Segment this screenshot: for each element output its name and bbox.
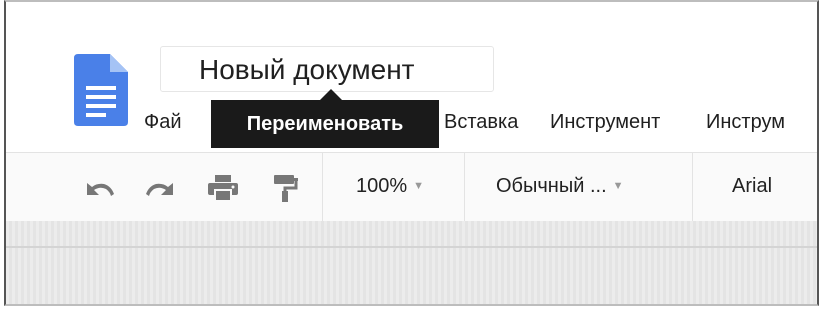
chevron-down-icon: ▼ [612, 180, 624, 192]
document-title-text: Новый документ [199, 54, 415, 85]
menu-item-file[interactable]: Фай [144, 108, 182, 136]
style-select[interactable]: Обычный ... ▼ [496, 175, 624, 198]
font-select[interactable]: Arial [732, 175, 772, 198]
docs-logo-icon[interactable] [74, 54, 128, 126]
document-title-input[interactable]: Новый документ [160, 46, 494, 92]
menu-item-tools-2[interactable]: Инструм [706, 108, 785, 136]
redo-icon[interactable] [144, 173, 178, 203]
chevron-down-icon: ▼ [413, 180, 425, 192]
tooltip-arrow [320, 89, 342, 100]
style-value: Обычный ... [496, 175, 607, 197]
app-window: Новый документ Фай Вставка Инструмент Ин… [4, 0, 819, 306]
undo-icon[interactable] [82, 173, 116, 203]
menu-item-tools[interactable]: Инструмент [550, 108, 660, 136]
tooltip-text: Переименовать [246, 113, 404, 135]
rename-tooltip: Переименовать [211, 100, 439, 148]
zoom-value: 100% [356, 175, 408, 197]
toolbar-separator [322, 153, 323, 221]
toolbar-separator [692, 153, 693, 221]
toolbar: 100% ▼ Обычный ... ▼ Arial [6, 152, 817, 222]
font-value: Arial [732, 175, 773, 197]
print-icon[interactable] [206, 173, 240, 203]
paint-format-icon[interactable] [268, 173, 302, 203]
zoom-select[interactable]: 100% ▼ [356, 175, 424, 198]
toolbar-separator [464, 153, 465, 221]
menu-item-insert[interactable]: Вставка [444, 108, 518, 136]
document-canvas[interactable] [6, 221, 817, 304]
